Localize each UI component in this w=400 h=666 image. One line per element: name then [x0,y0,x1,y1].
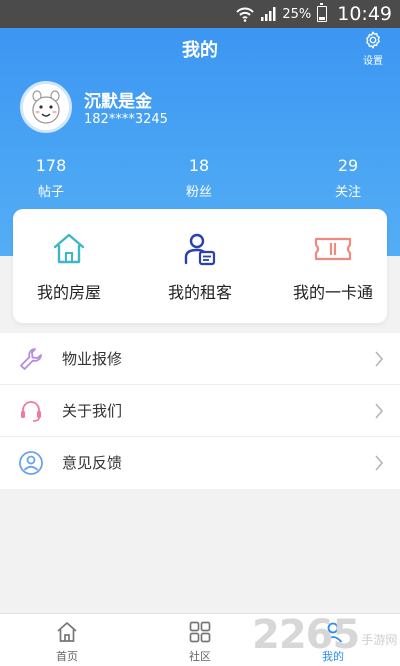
menu-item-about[interactable]: 关于我们 [0,385,400,437]
my-house-label: 我的房屋 [36,283,101,302]
bottom-tab-bar: 首页 社区 我的 2265 手游网 [0,611,400,666]
house-icon [53,233,85,264]
stats-row: 178 帖子 18 粉丝 29 关注 [0,156,400,202]
signal-icon [261,7,276,21]
my-card-button[interactable]: 我的一卡通 [271,231,395,303]
stat-posts[interactable]: 178 帖子 [11,156,91,200]
page-title: 我的 [182,40,218,61]
watermark-text: 手游网 [361,632,398,647]
my-card-label: 我的一卡通 [292,283,373,302]
stat-value: 29 [337,156,359,175]
tab-home[interactable]: 首页 [37,620,97,664]
battery-icon [317,3,328,22]
quick-actions-card: 我的房屋 我的租客 我的一卡通 [13,209,387,323]
home-icon [57,622,77,642]
tab-label: 首页 [56,650,78,663]
tab-community[interactable]: 社区 [170,620,230,664]
grid-icon [189,621,211,643]
my-tenant-label: 我的租客 [167,283,232,302]
chevron-right-icon [375,351,384,367]
stat-label: 关注 [334,185,361,200]
user-phone: 182****3245 [84,112,168,127]
stat-fans[interactable]: 18 粉丝 [159,156,239,200]
settings-button[interactable]: 设置 [360,30,386,67]
clock: 10:49 [337,3,392,25]
my-house-button[interactable]: 我的房屋 [7,231,131,303]
menu-item-label: 关于我们 [62,402,123,420]
stat-following[interactable]: 29 关注 [308,156,388,200]
wrench-icon [20,348,42,370]
tab-label: 社区 [189,650,211,663]
avatar[interactable] [20,81,72,133]
status-bar: 25% 10:49 [0,0,400,28]
chevron-right-icon [375,403,384,419]
user-name: 沉默是金 [84,92,152,112]
my-tenant-button[interactable]: 我的租客 [138,231,262,303]
wifi-icon [236,7,255,22]
menu-item-label: 物业报修 [62,350,123,368]
settings-label: 设置 [363,56,383,67]
menu-item-label: 意见反馈 [62,454,123,472]
stat-value: 178 [35,156,67,175]
gear-icon [366,31,380,49]
menu-list: 物业报修 关于我们 意见反馈 [0,333,400,489]
menu-item-repair[interactable]: 物业报修 [0,333,400,385]
battery-percent: 25% [282,6,312,22]
cartoon-avatar-icon [23,84,69,130]
stat-label: 粉丝 [185,185,212,200]
card-icon [314,237,352,261]
watermark: 2265 手游网 [252,611,397,659]
stat-label: 帖子 [37,185,64,200]
tenant-icon [184,233,216,266]
menu-item-feedback[interactable]: 意见反馈 [0,437,400,489]
chevron-right-icon [375,455,384,471]
user-circle-icon [19,451,43,475]
watermark-number: 2265 [252,612,360,658]
stat-value: 18 [188,156,210,175]
headset-icon [21,401,41,422]
